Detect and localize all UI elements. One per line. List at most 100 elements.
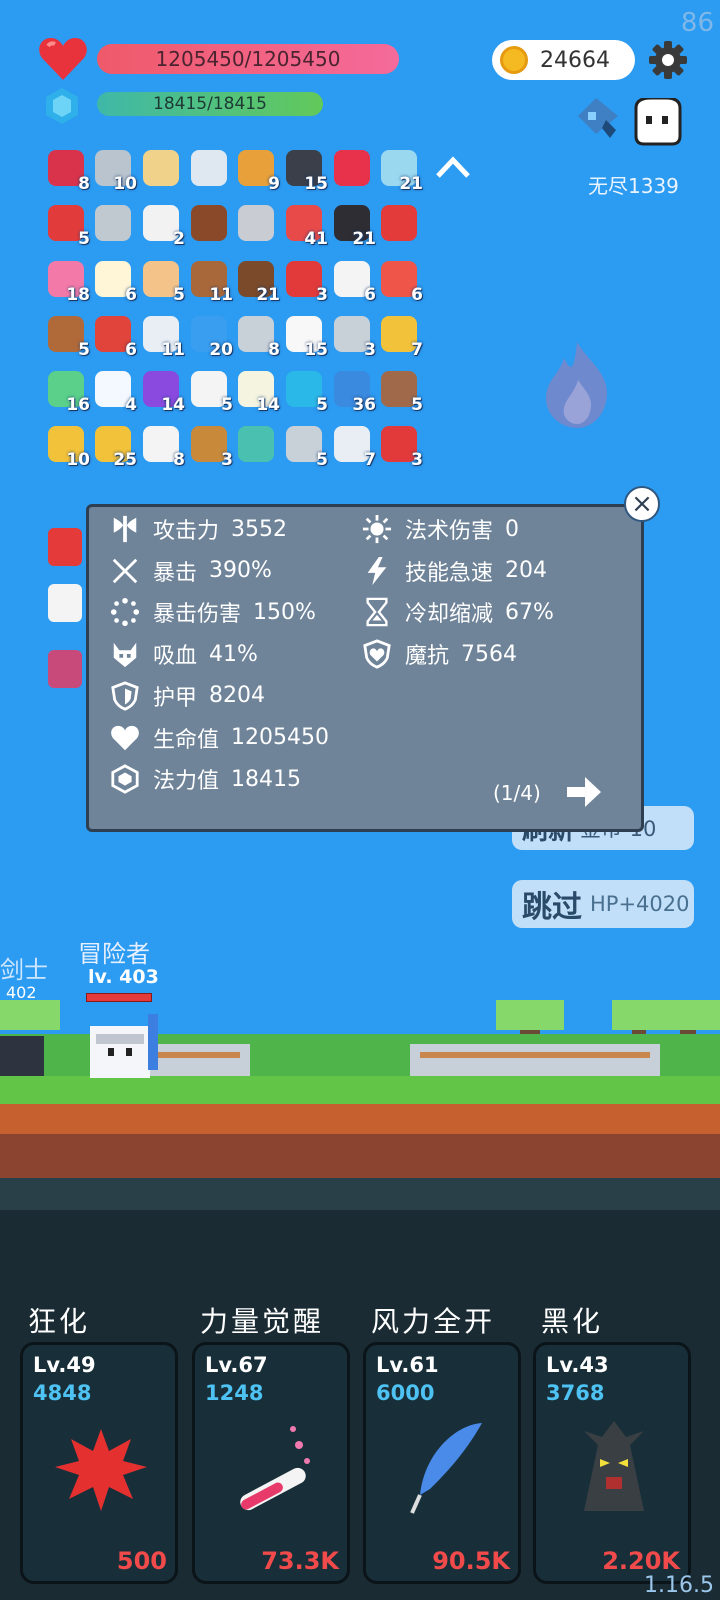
- inventory-item[interactable]: [234, 201, 278, 245]
- stat-label: 护甲: [153, 685, 198, 711]
- inventory-item[interactable]: 5: [44, 201, 90, 249]
- inventory-item[interactable]: 5: [44, 312, 90, 360]
- stat-value: 7564: [461, 641, 518, 667]
- skill-card[interactable]: Lv.67 1248 73.3K: [192, 1342, 350, 1584]
- skill-upgrade-cost[interactable]: 90.5K: [432, 1547, 510, 1575]
- inventory-item[interactable]: [187, 146, 231, 190]
- inventory-item[interactable]: 36: [330, 367, 376, 415]
- inventory-item[interactable]: 5: [282, 367, 328, 415]
- checklist-icon[interactable]: [48, 584, 82, 622]
- item-count: 5: [173, 285, 185, 305]
- inventory-item[interactable]: 5: [139, 257, 185, 305]
- inventory-item[interactable]: 7: [377, 312, 423, 360]
- red-badge-icon[interactable]: [48, 528, 82, 566]
- stat-row: 吸血 41%: [109, 638, 258, 670]
- inventory-item[interactable]: [234, 422, 278, 466]
- collapse-chevron-up-icon[interactable]: [434, 152, 472, 182]
- item-count: 21: [352, 229, 376, 249]
- boss-indicator[interactable]: [576, 98, 686, 146]
- inventory-item[interactable]: [91, 201, 135, 245]
- inventory-item[interactable]: 3: [377, 422, 423, 470]
- stats-page-indicator: (1/4): [493, 781, 541, 805]
- inventory-item[interactable]: [330, 146, 374, 190]
- great-sword-icon: [191, 150, 227, 186]
- stat-label: 生命值: [153, 727, 220, 753]
- inventory-item[interactable]: 21: [234, 257, 280, 305]
- inventory-item[interactable]: 11: [187, 257, 233, 305]
- crit-damage-icon: [109, 596, 141, 628]
- skill-card[interactable]: Lv.43 3768 2.20K: [533, 1342, 691, 1584]
- inventory-item[interactable]: 9: [234, 146, 280, 194]
- sun-icon: [361, 513, 393, 545]
- mana-gem-icon: [46, 88, 78, 124]
- skip-button[interactable]: 跳过 HP+4020: [512, 880, 694, 928]
- player-hp-bar: [86, 993, 152, 1002]
- inventory-item[interactable]: 18: [44, 257, 90, 305]
- inventory-item[interactable]: 10: [91, 146, 137, 194]
- inventory-item[interactable]: 6: [91, 312, 137, 360]
- inventory-item[interactable]: 16: [44, 367, 90, 415]
- inventory-item[interactable]: 21: [377, 146, 423, 194]
- inventory-item[interactable]: 6: [330, 257, 376, 305]
- skill-upgrade-cost[interactable]: 2.20K: [602, 1547, 680, 1575]
- inventory-item[interactable]: 14: [234, 367, 280, 415]
- inventory-item[interactable]: 10: [44, 422, 90, 470]
- inventory-item[interactable]: 4: [91, 367, 137, 415]
- inventory-item[interactable]: 5: [377, 367, 423, 415]
- item-count: 18: [66, 285, 90, 305]
- stat-value: 67%: [505, 599, 554, 625]
- settings-gear-icon[interactable]: [648, 40, 688, 80]
- stat-value: 390%: [209, 558, 272, 584]
- inventory-item[interactable]: 7: [330, 422, 376, 470]
- inventory-item[interactable]: 3: [330, 312, 376, 360]
- inventory-item[interactable]: 14: [139, 367, 185, 415]
- inventory-item[interactable]: [139, 146, 183, 190]
- next-page-arrow-icon[interactable]: [565, 775, 603, 809]
- hp-text: 1205450/1205450: [155, 47, 341, 71]
- skill-upgrade-cost[interactable]: 73.3K: [261, 1547, 339, 1575]
- stat-row: 生命值 1205450: [109, 722, 329, 754]
- brown-mushroom-icon: [191, 205, 227, 241]
- skill-card[interactable]: Lv.49 4848 500: [20, 1342, 178, 1584]
- coin-amount: 24664: [540, 47, 610, 73]
- stat-value: 204: [505, 558, 548, 584]
- crit-icon: [109, 555, 141, 587]
- close-button[interactable]: ×: [624, 486, 660, 522]
- inventory-item[interactable]: 8: [234, 312, 280, 360]
- inventory-item[interactable]: 25: [91, 422, 137, 470]
- skill-upgrade-cost[interactable]: 500: [117, 1547, 167, 1575]
- inventory-item[interactable]: 21: [330, 201, 376, 249]
- striped-chest-icon[interactable]: [48, 650, 82, 688]
- stat-value: 18415: [231, 766, 302, 792]
- inventory-item[interactable]: 2: [139, 201, 185, 249]
- inventory-item[interactable]: 3: [282, 257, 328, 305]
- inventory-item[interactable]: 3: [187, 422, 233, 470]
- skill-level: Lv.49: [33, 1353, 96, 1377]
- hp-bar: 1205450/1205450: [97, 44, 399, 74]
- stat-row: 护甲 8204: [109, 680, 265, 712]
- treasure-map-icon: [143, 150, 179, 186]
- inventory-item[interactable]: 15: [282, 312, 328, 360]
- inventory-item[interactable]: 11: [139, 312, 185, 360]
- stat-row: 技能急速 204: [361, 555, 547, 587]
- axe-icon: [109, 513, 141, 545]
- inventory-item[interactable]: 5: [282, 422, 328, 470]
- inventory-item[interactable]: [187, 201, 231, 245]
- inventory-item[interactable]: 20: [187, 312, 233, 360]
- item-count: 9: [268, 174, 280, 194]
- inventory-item[interactable]: 5: [187, 367, 233, 415]
- inventory-item[interactable]: 41: [282, 201, 328, 249]
- item-count: 10: [66, 450, 90, 470]
- stat-value: 8204: [209, 683, 266, 709]
- skip-reward: HP+4020: [590, 892, 690, 916]
- skill-card[interactable]: Lv.61 6000 90.5K: [363, 1342, 521, 1584]
- skip-label: 跳过: [522, 890, 582, 925]
- skill-level: Lv.43: [546, 1353, 609, 1377]
- inventory-item[interactable]: 6: [91, 257, 137, 305]
- inventory-item[interactable]: 8: [139, 422, 185, 470]
- inventory-item[interactable]: 8: [44, 146, 90, 194]
- item-count: 3: [221, 450, 233, 470]
- inventory-item[interactable]: 6: [377, 257, 423, 305]
- inventory-item[interactable]: [377, 201, 421, 245]
- inventory-item[interactable]: 15: [282, 146, 328, 194]
